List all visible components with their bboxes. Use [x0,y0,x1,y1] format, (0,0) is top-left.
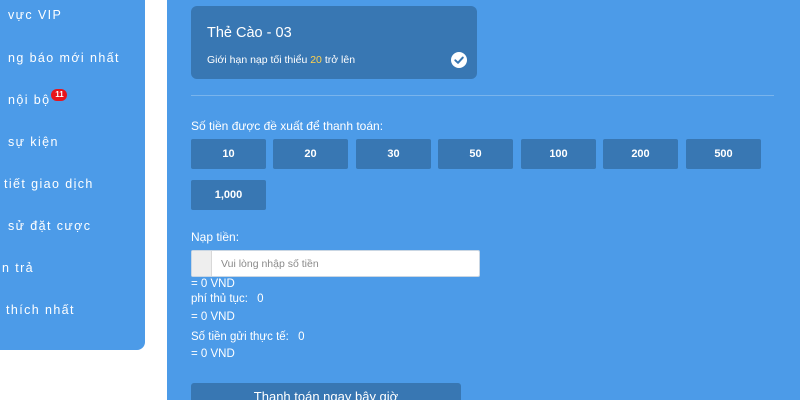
payment-panel: Thẻ Cào - 03 Giới hạn nạp tối thiểu 20 t… [167,0,800,400]
notification-badge: 11 [51,89,68,101]
sidebar-item-label: sử đặt cược [8,219,92,233]
sidebar-item-label: tiết giao dịch [4,177,94,191]
card-title: Thẻ Cào - 03 [207,25,292,41]
amount-button-500[interactable]: 500 [686,139,761,169]
fee-label: phí thủ tục: [191,293,248,305]
sidebar-item-label: vực VIP [8,8,63,22]
actual-converted-value: = 0 VND [191,348,235,360]
actual-amount-value: 0 [298,331,305,343]
amount-button-100[interactable]: 100 [521,139,596,169]
amount-button-50[interactable]: 50 [438,139,513,169]
check-circle-icon [451,52,467,68]
deposit-converted-value: = 0 VND [191,278,235,290]
payment-method-card[interactable]: Thẻ Cào - 03 Giới hạn nạp tối thiểu 20 t… [191,6,477,79]
fee-converted-value: = 0 VND [191,311,235,323]
card-min-amount: 20 [310,54,322,66]
sidebar-item-vip[interactable]: vực VIP [8,8,62,22]
amount-button-200[interactable]: 200 [603,139,678,169]
sidebar-item-label: thích nhất [6,303,75,317]
sidebar-item-favorites[interactable]: thích nhất [6,303,75,317]
fee-value: 0 [257,293,264,305]
deposit-label: Nạp tiền: [191,230,240,244]
input-prefix-addon [192,251,212,276]
card-min-limit: Giới hạn nạp tối thiểu 20 trở lên [207,54,355,66]
sidebar-item-label: sự kiện [8,135,59,149]
card-desc-prefix: Giới hạn nạp tối thiểu [207,54,308,66]
pay-now-button[interactable]: Thanh toán ngay bây giờ [191,383,461,400]
amount-button-1000[interactable]: 1,000 [191,180,266,210]
divider [191,95,774,96]
amount-button-30[interactable]: 30 [356,139,431,169]
actual-amount-label: Số tiền gửi thực tế: [191,331,289,343]
sidebar-item-label: ng báo mới nhất [8,51,120,65]
actual-amount-line: Số tiền gửi thực tế: 0 [191,331,304,343]
sidebar-item-internal-messages[interactable]: nội bộ 11 [8,89,68,108]
amount-button-10[interactable]: 10 [191,139,266,169]
amount-input-group [191,250,480,277]
sidebar-menu: vực VIP ng báo mới nhất nội bộ 11 sự kiện… [0,0,145,350]
sidebar-item-refund[interactable]: n trả [2,261,34,275]
suggested-amounts-label: Số tiền được đề xuất để thanh toán: [191,119,384,133]
sidebar-item-bet-history[interactable]: sử đặt cược [8,219,91,233]
sidebar-item-transaction-details[interactable]: tiết giao dịch [4,177,94,191]
amount-input[interactable] [213,251,479,276]
sidebar-item-label: nội bộ [8,93,51,107]
fee-line: phí thủ tục: 0 [191,293,264,305]
sidebar-item-announcements[interactable]: ng báo mới nhất [8,51,120,65]
sidebar-item-events[interactable]: sự kiện [8,135,59,149]
sidebar-item-label: n trả [2,261,35,275]
card-desc-suffix: trở lên [324,54,356,66]
amount-button-20[interactable]: 20 [273,139,348,169]
